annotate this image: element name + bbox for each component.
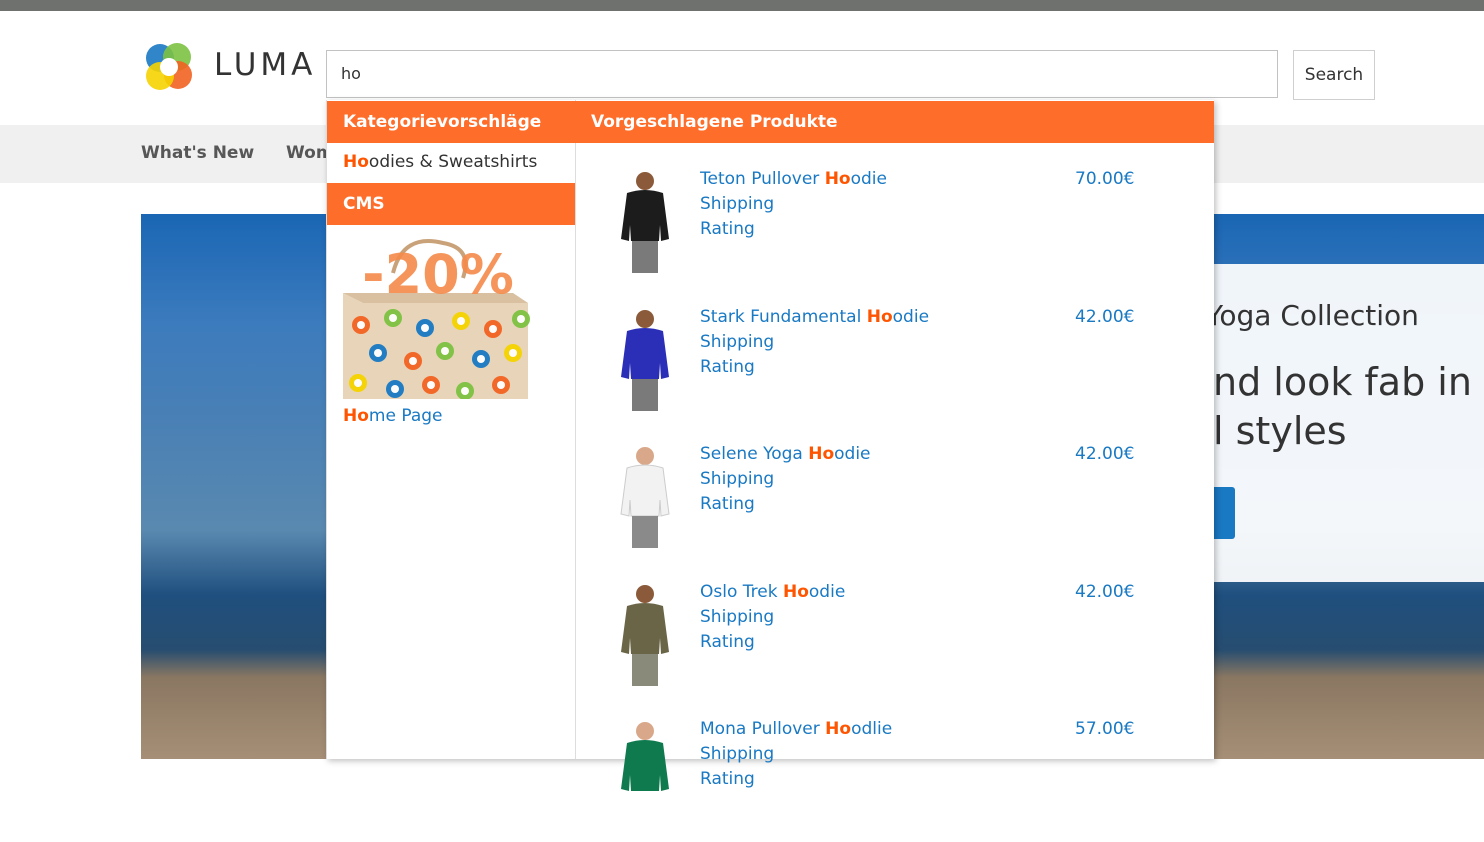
autocomplete-products-column: Vorgeschlagene Produkte Teton Pullover H… <box>575 100 1214 791</box>
product-name-after: odie <box>808 582 846 602</box>
product-model-icon <box>621 585 669 686</box>
cms-promo-image[interactable]: -20% <box>343 233 533 400</box>
product-model-icon <box>620 447 670 548</box>
product-image[interactable] <box>605 582 685 686</box>
promo-bag-icon: -20% <box>343 239 530 400</box>
product-price: 70.00€ <box>1075 169 1135 189</box>
hero-cta-button[interactable] <box>1213 487 1235 539</box>
hero-title-line2: l styles <box>1213 409 1347 453</box>
top-strip <box>0 0 1484 11</box>
cms-header: CMS <box>327 183 575 225</box>
luma-logo[interactable]: LUMA <box>141 39 321 95</box>
product-shirt <box>621 190 669 241</box>
product-suggestion[interactable]: Mona Pullover Hoodlie Shipping Rating 57… <box>575 705 1214 842</box>
product-image[interactable] <box>605 719 685 823</box>
product-rating: Rating <box>700 494 755 514</box>
product-shirt <box>621 328 669 379</box>
product-name-after: odlie <box>851 719 893 739</box>
product-price: 42.00€ <box>1075 444 1135 464</box>
product-shipping: Shipping <box>700 469 775 489</box>
product-shirt <box>621 740 669 791</box>
products-header: Vorgeschlagene Produkte <box>575 101 1214 143</box>
product-shipping: Shipping <box>700 744 775 764</box>
product-name-before: Oslo Trek <box>700 582 783 602</box>
category-suggestion[interactable]: Hoodies & Sweatshirts <box>343 152 537 172</box>
product-image[interactable] <box>605 169 685 273</box>
product-name-highlight: Ho <box>866 307 893 327</box>
product-rating: Rating <box>700 357 755 377</box>
product-suggestion[interactable]: Teton Pullover Hoodie Shipping Rating 70… <box>575 155 1214 292</box>
product-model-icon <box>621 172 669 273</box>
product-model-icon <box>621 310 669 411</box>
product-shipping: Shipping <box>700 332 775 352</box>
product-shipping: Shipping <box>700 194 775 214</box>
product-shirt <box>621 603 669 654</box>
search-input[interactable]: ho <box>326 50 1278 98</box>
product-name-before: Mona Pullover <box>700 719 826 739</box>
cms-home-page-link[interactable]: Home Page <box>343 406 443 426</box>
categories-header: Kategorievorschläge <box>327 101 575 143</box>
product-name-after: odie <box>892 307 930 327</box>
product-name[interactable]: Selene Yoga Hoodie <box>700 444 871 464</box>
product-price: 57.00€ <box>1075 719 1135 739</box>
search-autocomplete: Kategorievorschläge Hoodies & Sweatshirt… <box>326 100 1214 791</box>
product-name[interactable]: Stark Fundamental Hoodie <box>700 307 929 327</box>
product-name[interactable]: Oslo Trek Hoodie <box>700 582 845 602</box>
product-price: 42.00€ <box>1075 307 1135 327</box>
product-rating: Rating <box>700 219 755 239</box>
nav-item-whats-new[interactable]: What's New <box>141 143 254 163</box>
product-suggestion[interactable]: Oslo Trek Hoodie Shipping Rating 42.00€ <box>575 568 1214 705</box>
cms-highlight: Ho <box>343 406 369 426</box>
product-model-icon <box>621 722 669 791</box>
product-name-after: odie <box>834 444 871 464</box>
search-button[interactable]: Search <box>1293 50 1375 100</box>
product-shipping: Shipping <box>700 607 775 627</box>
hero-subtitle: Yoga Collection <box>1206 299 1419 332</box>
product-price: 42.00€ <box>1075 582 1135 602</box>
product-name-highlight: Ho <box>824 169 851 189</box>
promo-discount-text: -20% <box>362 243 514 306</box>
category-label-rest: odies & Sweatshirts <box>368 152 538 172</box>
autocomplete-left-column: Kategorievorschläge Hoodies & Sweatshirt… <box>326 100 576 759</box>
product-rating: Rating <box>700 632 755 652</box>
product-name-highlight: Ho <box>825 719 852 739</box>
product-rating: Rating <box>700 769 755 789</box>
logo-text: LUMA <box>214 47 317 83</box>
product-name-after: odie <box>850 169 887 189</box>
product-name[interactable]: Mona Pullover Hoodlie <box>700 719 892 739</box>
product-name[interactable]: Teton Pullover Hoodie <box>700 169 887 189</box>
product-shirt <box>620 464 670 517</box>
product-name-before: Teton Pullover <box>700 169 825 189</box>
product-suggestion[interactable]: Selene Yoga Hoodie Shipping Rating 42.00… <box>575 430 1214 567</box>
product-name-before: Selene Yoga <box>700 444 809 464</box>
cms-link-rest: me Page <box>368 406 443 426</box>
product-image[interactable] <box>605 444 685 548</box>
hero-title-line1: nd look fab in n <box>1213 360 1484 404</box>
category-highlight: Ho <box>343 152 369 172</box>
luma-logo-icon <box>146 43 192 90</box>
product-name-before: Stark Fundamental <box>700 307 867 327</box>
product-image[interactable] <box>605 307 685 411</box>
product-name-highlight: Ho <box>782 582 809 602</box>
product-name-highlight: Ho <box>808 444 835 464</box>
product-suggestion[interactable]: Stark Fundamental Hoodie Shipping Rating… <box>575 293 1214 430</box>
